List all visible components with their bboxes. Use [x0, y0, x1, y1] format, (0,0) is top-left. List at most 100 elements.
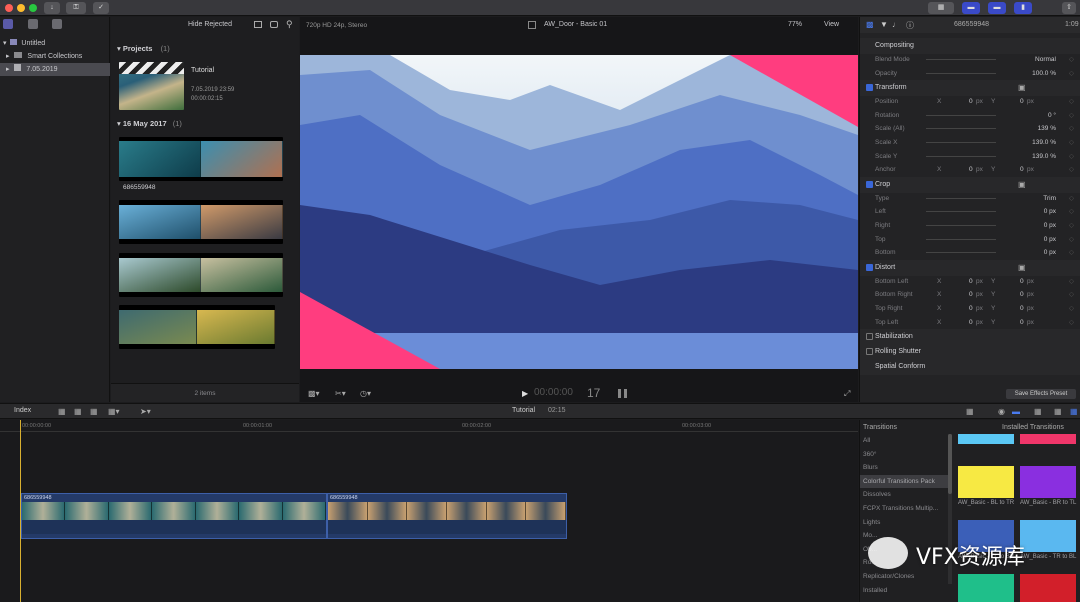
zoom-window-button[interactable]: [29, 4, 37, 12]
param-value[interactable]: 0 px: [1006, 246, 1056, 260]
param-y-value[interactable]: 0: [1020, 275, 1024, 289]
effect-checkbox[interactable]: [866, 263, 873, 271]
keyframe-icon[interactable]: ◇: [1069, 53, 1074, 67]
library-icon[interactable]: [3, 19, 13, 29]
share-icon[interactable]: ⇧: [1062, 2, 1076, 14]
inspector-effect-header[interactable]: Stabilization: [860, 329, 1080, 346]
transition-thumbnail[interactable]: [1020, 520, 1076, 552]
library-item-event[interactable]: ▸ 7.05.2019: [0, 63, 110, 76]
param-value[interactable]: 139.0 %: [1006, 136, 1056, 150]
connect-clip-icon[interactable]: ▦: [58, 407, 66, 416]
param-slider[interactable]: [926, 59, 996, 60]
transform-tools-icon[interactable]: ✂▾: [335, 389, 346, 398]
transition-thumbnail[interactable]: [1020, 574, 1076, 602]
param-slider[interactable]: [926, 72, 996, 74]
transition-thumbnail[interactable]: [958, 466, 1014, 498]
view-dropdown[interactable]: View: [824, 21, 839, 28]
param-y-value[interactable]: 0: [1020, 163, 1024, 177]
save-effects-preset-button[interactable]: Save Effects Preset: [1006, 389, 1076, 399]
param-value[interactable]: 0 px: [1006, 233, 1056, 247]
clip-filmstrip[interactable]: [119, 137, 283, 181]
keyword-icon[interactable]: ▦: [928, 2, 954, 14]
search-icon[interactable]: ⚲: [286, 19, 293, 30]
titles-icon[interactable]: [52, 19, 62, 29]
param-value[interactable]: 139.0 %: [1006, 150, 1056, 164]
transition-category[interactable]: Dissolves: [860, 488, 950, 502]
keyframe-icon[interactable]: ◇: [1069, 233, 1074, 247]
photos-icon[interactable]: [28, 19, 38, 29]
keyframe-icon[interactable]: ◇: [1069, 163, 1074, 177]
param-value[interactable]: Trim: [1006, 192, 1056, 206]
transition-category[interactable]: 360°: [860, 448, 950, 462]
inspector-section-header[interactable]: Spatial Conform: [860, 359, 1080, 376]
onscreen-controls-icon[interactable]: ▣: [1018, 177, 1026, 193]
check-circle-icon[interactable]: ✓: [93, 2, 109, 14]
insert-clip-icon[interactable]: ▦: [74, 407, 82, 416]
minimize-window-button[interactable]: [17, 4, 25, 12]
close-window-button[interactable]: [5, 4, 13, 12]
key-icon[interactable]: ⚿: [66, 2, 86, 14]
layout-browser-icon[interactable]: ▬: [962, 2, 980, 14]
transition-category[interactable]: All: [860, 434, 950, 448]
transition-thumbnail[interactable]: [958, 434, 1014, 444]
transition-category[interactable]: Installed: [860, 584, 950, 598]
clip-filmstrip[interactable]: [119, 200, 283, 244]
zoom-dropdown[interactable]: 77%: [788, 21, 802, 28]
param-y-value[interactable]: 0: [1020, 288, 1024, 302]
photos-audio-icon[interactable]: ▦: [1054, 407, 1062, 416]
transition-category[interactable]: Colorful Transitions Pack: [860, 474, 950, 489]
inspector-effect-header[interactable]: Distort ▣: [860, 259, 1080, 276]
keyframe-icon[interactable]: ◇: [1069, 150, 1074, 164]
param-slider[interactable]: [926, 114, 996, 116]
keyframe-icon[interactable]: ◇: [1069, 302, 1074, 316]
param-slider[interactable]: [926, 211, 996, 213]
param-y-value[interactable]: 0: [1020, 316, 1024, 330]
transition-thumbnail[interactable]: [958, 574, 1014, 602]
effects-browser-icon[interactable]: ▦: [1034, 407, 1042, 416]
onscreen-controls-icon[interactable]: ▣: [1018, 80, 1026, 96]
fullscreen-icon[interactable]: ⤢: [844, 389, 850, 399]
color-inspector-icon[interactable]: ▼: [880, 20, 888, 29]
video-frame[interactable]: [300, 55, 858, 369]
param-x-value[interactable]: 0: [969, 316, 973, 330]
timeline-ruler[interactable]: 00:00:00:00 00:00:01:00 00:00:02:00 00:0…: [0, 420, 858, 432]
effect-checkbox[interactable]: [866, 348, 873, 356]
param-y-value[interactable]: 0: [1020, 302, 1024, 316]
param-slider[interactable]: [926, 238, 996, 240]
inspector-effect-header[interactable]: Transform ▣: [860, 80, 1080, 97]
project-thumbnail[interactable]: [119, 62, 184, 110]
param-slider[interactable]: [926, 225, 996, 226]
keyframe-icon[interactable]: ◇: [1069, 136, 1074, 150]
param-x-value[interactable]: 0: [969, 95, 973, 109]
clip-filmstrip[interactable]: [119, 305, 275, 349]
clip-appearance-icon[interactable]: ▦: [966, 407, 974, 416]
keyframe-icon[interactable]: ◇: [1069, 288, 1074, 302]
inspector-effect-header[interactable]: Crop ▣: [860, 176, 1080, 193]
param-slider[interactable]: [926, 197, 996, 199]
inspector-effect-header[interactable]: Rolling Shutter: [860, 344, 1080, 361]
inspector-section-header[interactable]: Compositing: [860, 38, 1080, 54]
effect-checkbox[interactable]: [866, 180, 873, 188]
layout-timeline-icon[interactable]: ▬: [988, 2, 1006, 14]
keyframe-icon[interactable]: ◇: [1069, 275, 1074, 289]
param-slider[interactable]: [926, 128, 996, 130]
transition-thumbnail[interactable]: [1020, 434, 1076, 444]
param-slider[interactable]: [926, 252, 996, 254]
param-x-value[interactable]: 0: [969, 288, 973, 302]
section-event-date[interactable]: ▾ 16 May 2017 (1): [117, 119, 182, 128]
effect-checkbox[interactable]: [866, 333, 873, 341]
library-item-untitled[interactable]: ▾ Untitled: [0, 37, 110, 50]
keyframe-icon[interactable]: ◇: [1069, 122, 1074, 136]
param-slider[interactable]: [926, 155, 996, 157]
video-inspector-icon[interactable]: ▩: [866, 20, 874, 29]
keyframe-icon[interactable]: ◇: [1069, 316, 1074, 330]
view-options-icon[interactable]: ▩▾: [308, 389, 320, 398]
param-value[interactable]: 0 px: [1006, 205, 1056, 219]
param-slider[interactable]: [926, 142, 996, 143]
param-value[interactable]: 100.0 %: [1006, 67, 1056, 81]
transition-category[interactable]: FCPX Transitions Multip...: [860, 502, 950, 516]
timeline-clip[interactable]: 686559948: [327, 493, 567, 539]
param-value[interactable]: Normal: [1006, 53, 1056, 67]
keyframe-icon[interactable]: ◇: [1069, 95, 1074, 109]
clip-filmstrip[interactable]: [119, 253, 283, 297]
